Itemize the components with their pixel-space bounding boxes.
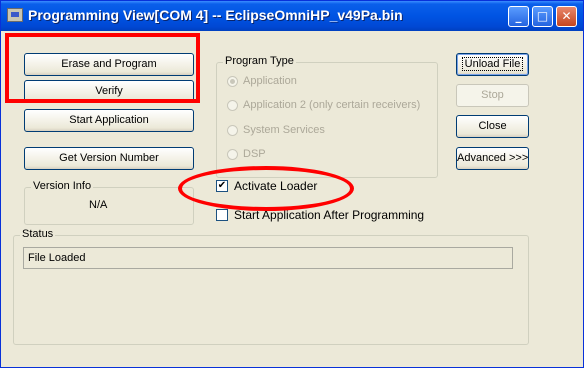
start-application-button[interactable]: Start Application — [24, 109, 194, 132]
title-bar[interactable]: Programming View[COM 4] -- EclipseOmniHP… — [1, 1, 583, 31]
version-value: N/A — [89, 199, 108, 211]
radio-label: DSP — [243, 148, 266, 160]
radio-dot[interactable] — [227, 125, 238, 136]
stop-button[interactable]: Stop — [456, 84, 529, 107]
radio-label: Application — [243, 75, 297, 87]
status-label: Status — [20, 228, 56, 240]
advanced-button[interactable]: Advanced >>> — [456, 147, 529, 170]
highlight-ellipse — [178, 166, 354, 211]
window-title: Programming View[COM 4] -- EclipseOmniHP… — [28, 7, 403, 23]
program-type-group: Program Type Application Application 2 (… — [216, 55, 438, 178]
maximize-button[interactable]: □ — [532, 6, 553, 27]
close-button[interactable]: Close — [456, 115, 529, 138]
radio-dot[interactable] — [227, 100, 238, 111]
checkbox-box[interactable] — [216, 209, 228, 221]
radio-dot[interactable] — [227, 76, 238, 87]
version-info-label: Version Info — [31, 180, 94, 192]
close-window-button[interactable]: ✕ — [556, 6, 577, 27]
program-type-label: Program Type — [223, 55, 296, 67]
unload-file-button[interactable]: Unload File — [456, 53, 529, 76]
radio-label: Application 2 (only certain receivers) — [243, 99, 421, 111]
version-info-group: Version Info N/A — [24, 180, 194, 225]
app-icon[interactable] — [7, 8, 23, 22]
get-version-number-button[interactable]: Get Version Number — [24, 147, 194, 170]
radio-label: System Services — [243, 124, 325, 136]
programming-view-window: Programming View[COM 4] -- EclipseOmniHP… — [0, 0, 584, 368]
radio-dot[interactable] — [227, 149, 238, 160]
highlight-rectangle — [5, 33, 200, 103]
minimize-button[interactable]: _ — [508, 6, 529, 27]
unload-file-label: Unload File — [461, 57, 524, 71]
status-field: File Loaded — [23, 247, 513, 269]
